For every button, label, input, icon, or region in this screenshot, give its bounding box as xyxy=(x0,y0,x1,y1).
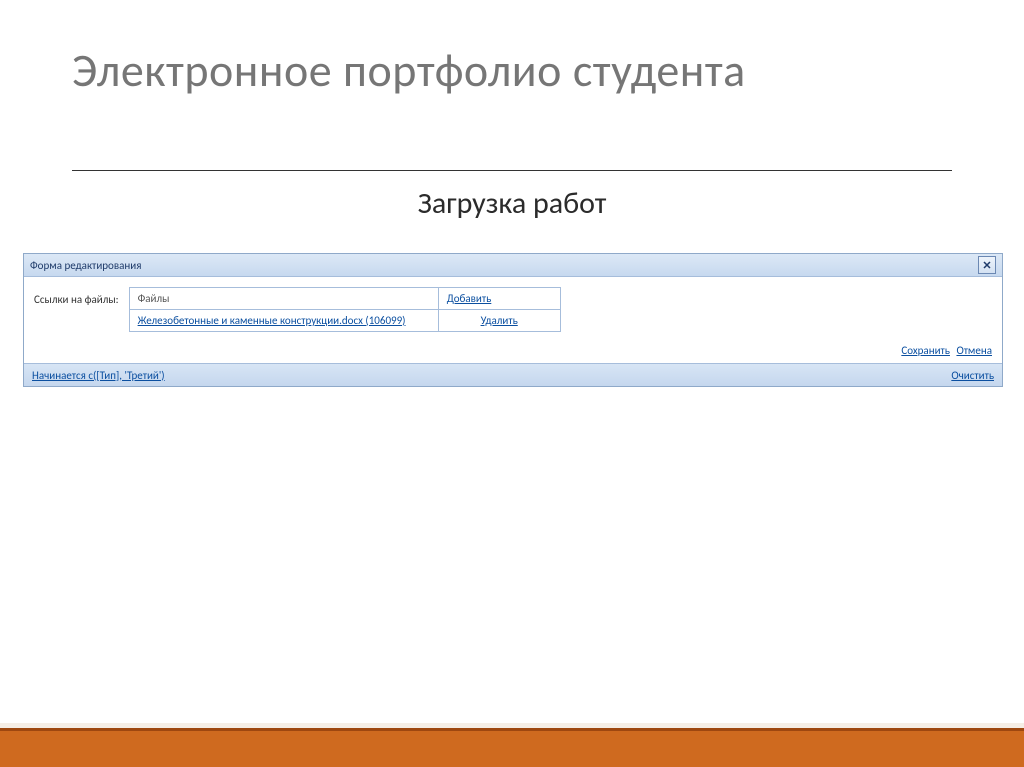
delete-link[interactable]: Удалить xyxy=(447,314,552,327)
footer-strip-orange xyxy=(0,728,1024,767)
col-header-files: Файлы xyxy=(129,288,438,310)
panel-footer: Начинается с([Тип], 'Третий') Очистить xyxy=(24,363,1002,386)
col-action-delete: Удалить xyxy=(438,310,560,332)
cancel-link[interactable]: Отмена xyxy=(956,344,992,357)
footer-filter-link[interactable]: Начинается с([Тип], 'Третий') xyxy=(32,369,165,382)
files-row: Ссылки на файлы: Файлы Добавить Железобе… xyxy=(34,287,992,332)
file-link[interactable]: Железобетонные и каменные конструкции.do… xyxy=(138,314,406,327)
table-row: Файлы Добавить xyxy=(129,288,560,310)
subtitle: Загрузка работ xyxy=(0,185,1024,222)
edit-form-panel: Форма редактирования ✕ Ссылки на файлы: … xyxy=(23,253,1003,387)
file-cell: Железобетонные и каменные конструкции.do… xyxy=(129,310,438,332)
file-table: Файлы Добавить Железобетонные и каменные… xyxy=(129,287,561,332)
panel-header: Форма редактирования ✕ xyxy=(24,254,1002,277)
panel-title: Форма редактирования xyxy=(30,259,141,272)
title-rule xyxy=(72,170,952,171)
form-actions: Сохранить Отмена xyxy=(34,344,992,357)
page-title: Электронное портфолио студента xyxy=(72,46,952,98)
panel-body: Ссылки на файлы: Файлы Добавить Железобе… xyxy=(24,277,1002,363)
clear-link[interactable]: Очистить xyxy=(951,369,994,382)
table-row: Железобетонные и каменные конструкции.do… xyxy=(129,310,560,332)
close-icon[interactable]: ✕ xyxy=(978,256,996,274)
col-action-add: Добавить xyxy=(438,288,560,310)
files-label: Ссылки на файлы: xyxy=(34,287,119,306)
add-link[interactable]: Добавить xyxy=(447,292,492,305)
save-link[interactable]: Сохранить xyxy=(901,344,950,357)
slide: Электронное портфолио студента Загрузка … xyxy=(0,0,1024,767)
